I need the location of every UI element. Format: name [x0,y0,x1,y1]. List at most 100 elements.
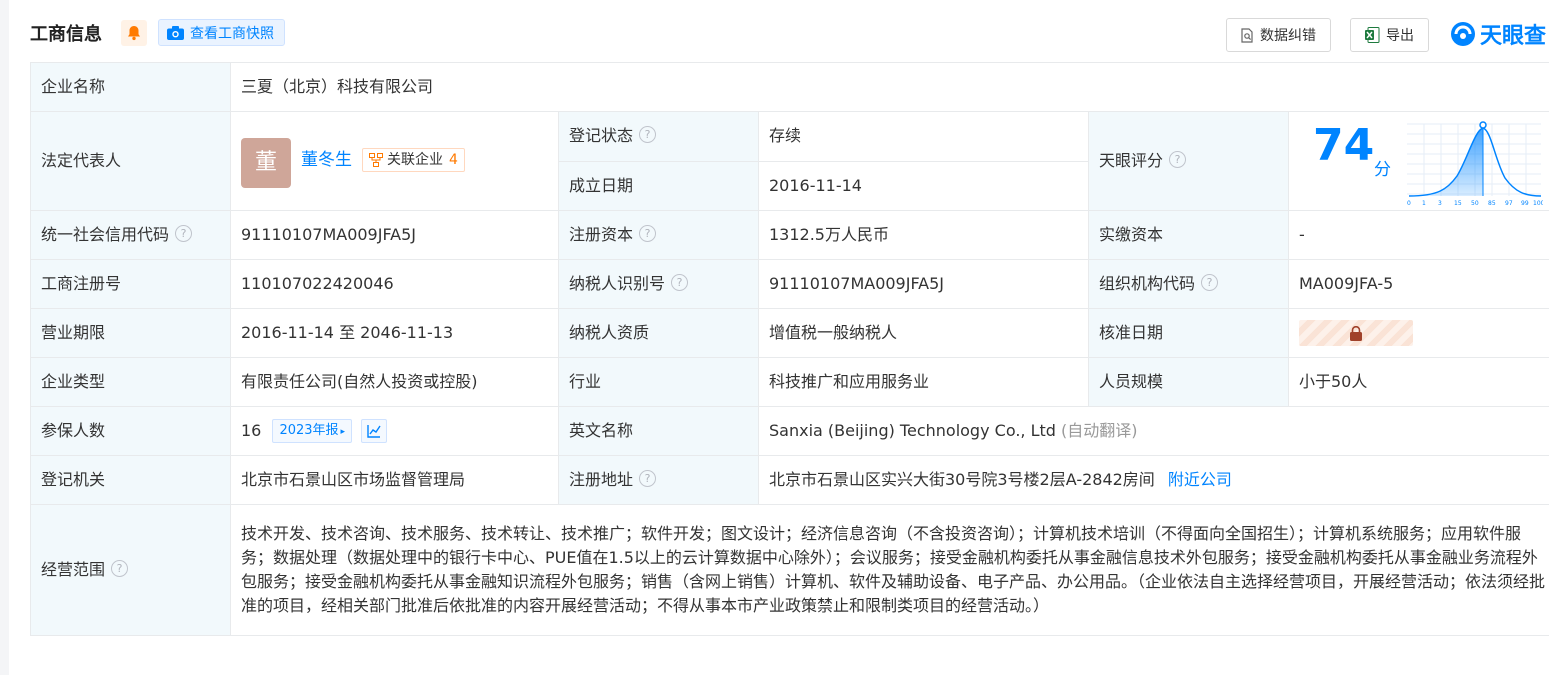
view-snapshot-button[interactable]: 查看工商快照 [158,19,285,46]
table-row: 参保人数 16 2023年报 ▸ 英文名称 Sanxia (Beijing) Te… [30,406,1549,456]
credit-code-label: 统一社会信用代码? [30,210,231,260]
score-axis-tick: 50 [1471,200,1479,207]
logo-text: 天眼查 [1480,24,1547,49]
established-label: 成立日期 [558,160,759,211]
tax-id-label: 纳税人识别号? [558,259,759,309]
score-axis-tick: 97 [1505,200,1513,207]
score-axis-tick: 15 [1454,200,1462,207]
business-term-label: 营业期限 [30,308,231,358]
company-type-label: 企业类型 [30,357,231,407]
line-chart-icon [367,425,381,438]
tianyan-score-label-text: 天眼评分 [1099,151,1164,170]
report-error-button[interactable]: 数据纠错 [1226,18,1331,52]
reg-status-label-text: 登记状态 [569,126,634,146]
english-name-label: 英文名称 [558,406,759,456]
score-axis-tick: 0 [1407,200,1411,207]
table-row: 经营范围? 技术开发、技术咨询、技术服务、技术转让、技术推广；软件开发；图文设计… [30,504,1549,636]
left-edge [0,0,9,675]
taxpayer-quality-label: 纳税人资质 [558,308,759,358]
help-icon[interactable]: ? [1169,151,1187,168]
score-axis-tick: 3 [1438,200,1442,207]
related-companies-button[interactable]: 关联企业 4 [362,148,465,172]
related-companies-count: 4 [449,152,458,168]
reg-number-value: 110107022420046 [230,259,559,309]
score-axis-tick: 100 [1533,200,1543,207]
camera-icon [167,25,184,40]
industry-value: 科技推广和应用服务业 [758,357,1089,407]
score-value[interactable]: 74 [1313,124,1374,168]
reg-status-label: 登记状态? [558,111,759,162]
section-title: 工商信息 [30,24,102,45]
score-distribution-chart[interactable]: 0 1 3 15 50 85 97 99 100 [1407,120,1543,208]
taxpayer-quality-value: 增值税一般纳税人 [758,308,1089,358]
insured-label: 参保人数 [30,406,231,456]
staff-size-label: 人员规模 [1088,357,1289,407]
english-name-value: Sanxia (Beijing) Technology Co., Ltd [769,421,1056,440]
paid-capital-label: 实缴资本 [1088,210,1289,260]
table-row: 企业名称 三夏（北京）科技有限公司 [30,62,1549,112]
insured-cell: 16 2023年报 ▸ [230,406,559,456]
reg-address-cell: 北京市石景山区实兴大街30号院3号楼2层A-2842房间 附近公司 [757,455,1549,505]
industry-label: 行业 [558,357,759,407]
staff-size-value: 小于50人 [1287,357,1549,407]
help-icon[interactable]: ? [671,274,689,291]
reg-address-value: 北京市石景山区实兴大街30号院3号楼2层A-2842房间 [769,470,1155,489]
reg-address-label: 注册地址? [558,455,759,505]
help-icon[interactable]: ? [639,225,657,242]
export-button[interactable]: 导出 [1350,18,1429,52]
legal-rep-cell: 董 董冬生 关联企业 4 [230,111,559,211]
company-name-label: 企业名称 [30,62,231,112]
nearby-companies-link[interactable]: 附近公司 [1168,470,1232,489]
locked-value-bar[interactable] [1299,320,1413,346]
tianyancha-logo-icon [1451,22,1475,46]
tianyan-score-label: 天眼评分? [1088,111,1289,211]
caret-right-icon: ▸ [340,427,346,438]
lock-icon [1350,325,1362,341]
related-companies-label: 关联企业 [387,152,443,168]
company-type-value: 有限责任公司(自然人投资或控股) [230,357,559,407]
score-axis-tick: 85 [1488,200,1496,207]
org-code-value: MA009JFA-5 [1287,259,1549,309]
help-icon[interactable]: ? [111,560,129,577]
credit-code-value: 91110107MA009JFA5J [230,210,559,260]
help-icon[interactable]: ? [639,126,657,144]
business-scope-label-text: 经营范围 [41,560,106,579]
document-search-icon [1241,27,1253,43]
reg-capital-label-text: 注册资本 [569,225,634,244]
help-icon[interactable]: ? [175,225,193,242]
business-scope-value: 技术开发、技术咨询、技术服务、技术转让、技术推广；软件开发；图文设计；经济信息咨… [229,504,1549,636]
reg-number-label: 工商注册号 [30,259,231,309]
export-label: 导出 [1386,28,1414,44]
help-icon[interactable]: ? [639,470,657,487]
paid-capital-value: - [1287,210,1549,260]
annual-report-label: 2023年报 [279,423,339,439]
reg-status-value: 存续 [758,111,1089,162]
bell-icon[interactable] [121,20,147,46]
business-info-table: 企业名称 三夏（北京）科技有限公司 法定代表人 董 董冬生 关联企业 4 登记状… [30,62,1549,636]
avatar[interactable]: 董 [241,138,291,188]
table-row: 工商注册号 110107022420046 纳税人识别号? 91110107MA… [30,259,1549,309]
table-row: 营业期限 2016-11-14 至 2046-11-13 纳税人资质 增值税一般… [30,308,1549,358]
company-name-value: 三夏（北京）科技有限公司 [229,62,1549,112]
table-row: 企业类型 有限责任公司(自然人投资或控股) 行业 科技推广和应用服务业 人员规模… [30,357,1549,407]
table-row: 登记机关 北京市石景山区市场监督管理局 注册地址? 北京市石景山区实兴大街30号… [30,455,1549,505]
trend-chart-button[interactable] [361,419,388,444]
approval-date-value [1287,308,1549,358]
legal-rep-name-link[interactable]: 董冬生 [301,148,352,172]
table-row: 法定代表人 董 董冬生 关联企业 4 登记状态? 存续 天眼评分? 74 分 0… [30,111,1549,211]
established-value: 2016-11-14 [758,160,1089,211]
business-scope-label: 经营范围? [30,504,231,636]
reg-authority-label: 登记机关 [30,455,231,505]
org-chart-icon [369,153,383,167]
tianyan-score-cell: 74 分 0 1 3 15 50 85 97 99 100 [1287,111,1549,211]
view-snapshot-label: 查看工商快照 [190,25,274,42]
score-unit: 分 [1374,160,1391,180]
reg-authority-value: 北京市石景山区市场监督管理局 [230,455,559,505]
annual-report-button[interactable]: 2023年报 ▸ [272,419,353,444]
insured-value: 16 [241,420,262,440]
reg-capital-label: 注册资本? [558,210,759,260]
help-icon[interactable]: ? [1201,274,1219,291]
score-axis-tick: 99 [1521,200,1529,207]
legal-rep-label: 法定代表人 [30,111,231,211]
score-axis-tick: 1 [1422,200,1426,207]
